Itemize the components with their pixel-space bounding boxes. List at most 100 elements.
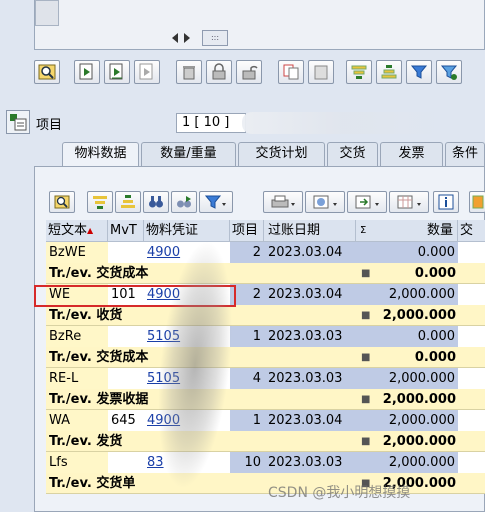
cell-quantity: 2,000.000 bbox=[356, 368, 458, 389]
subtotal-label: Tr./ev. 发票收据 bbox=[49, 392, 149, 407]
cell-delivery bbox=[458, 326, 485, 347]
upper-screen-area bbox=[34, 0, 485, 50]
col-header-short-text[interactable]: 短文本▲ bbox=[46, 220, 108, 242]
unlock-icon bbox=[242, 65, 258, 80]
col-header-item[interactable]: 项目 bbox=[230, 220, 264, 242]
alv-more-button[interactable] bbox=[469, 191, 485, 213]
deselect-all-button[interactable] bbox=[134, 60, 160, 84]
subtotal-value: 0.000 bbox=[414, 266, 456, 281]
tab-delivery-schedule[interactable]: 交货计划 bbox=[238, 142, 325, 166]
subtotal-row: Tr./ev. 交货单 ■ 2,000.000 bbox=[46, 473, 485, 494]
filter-button[interactable] bbox=[406, 60, 432, 84]
alv-sort-descending-button[interactable] bbox=[115, 191, 141, 213]
select-block-button[interactable] bbox=[104, 60, 130, 84]
cell-quantity: 2,000.000 bbox=[356, 284, 458, 305]
tab-invoice[interactable]: 发票 bbox=[380, 142, 443, 166]
print-icon bbox=[271, 195, 295, 208]
subtotal-row: Tr./ev. 发货 ■ 2,000.000 bbox=[46, 431, 485, 452]
trash-icon bbox=[183, 66, 195, 80]
paste-button[interactable] bbox=[308, 60, 334, 84]
copy-icon bbox=[283, 64, 299, 80]
cell-delivery bbox=[458, 410, 485, 431]
subtotal-label: Tr./ev. 交货单 bbox=[49, 476, 136, 491]
col-header-mvt[interactable]: MvT bbox=[108, 220, 144, 242]
horizontal-navigator: ::: bbox=[172, 28, 228, 48]
alv-info-button[interactable] bbox=[433, 191, 459, 213]
table-row[interactable]: WA645490012023.03.042,000.000 bbox=[46, 410, 485, 431]
col-header-delivery[interactable]: 交 bbox=[458, 220, 485, 242]
filter-icon bbox=[410, 65, 428, 79]
subtotal-row: Tr./ev. 交货成本 ■ 0.000 bbox=[46, 263, 485, 284]
sort-descending-icon bbox=[381, 65, 397, 79]
table-row[interactable]: Lfs83102023.03.032,000.000 bbox=[46, 452, 485, 473]
subtotal-value: 2,000.000 bbox=[382, 392, 456, 407]
redacted-area bbox=[242, 112, 442, 134]
delete-button[interactable] bbox=[176, 60, 202, 84]
filter-settings-button[interactable] bbox=[436, 60, 462, 84]
alv-views-button[interactable] bbox=[305, 191, 345, 213]
alv-print-button[interactable] bbox=[263, 191, 303, 213]
cell-delivery bbox=[458, 242, 485, 263]
tab-conditions[interactable]: 条件 bbox=[445, 142, 485, 166]
alv-find-button[interactable] bbox=[143, 191, 169, 213]
table-row[interactable]: BzRe510512023.03.030.000 bbox=[46, 326, 485, 347]
cell-short-text: BzRe bbox=[46, 326, 108, 347]
alv-layout-button[interactable] bbox=[389, 191, 429, 213]
subtotal-label: Tr./ev. 交货成本 bbox=[49, 350, 149, 365]
cell-posting-date: 2023.03.04 bbox=[264, 410, 356, 431]
col-header-posting-date[interactable]: 过账日期 bbox=[264, 220, 356, 242]
subtotal-value: 2,000.000 bbox=[382, 434, 456, 449]
cell-quantity: 2,000.000 bbox=[356, 452, 458, 473]
find-next-icon bbox=[177, 196, 191, 208]
cell-item: 10 bbox=[230, 452, 264, 473]
cell-short-text: BzWE bbox=[46, 242, 108, 263]
alv-find-next-button[interactable] bbox=[171, 191, 197, 213]
filter-settings-icon bbox=[440, 65, 458, 80]
tab-delivery[interactable]: 交货 bbox=[327, 142, 378, 166]
cell-quantity: 2,000.000 bbox=[356, 410, 458, 431]
sort-ascending-button[interactable] bbox=[346, 60, 372, 84]
cell-posting-date: 2023.03.04 bbox=[264, 242, 356, 263]
cell-posting-date: 2023.03.04 bbox=[264, 284, 356, 305]
cell-delivery bbox=[458, 368, 485, 389]
tab-material-data[interactable]: 物料数据 bbox=[62, 142, 139, 166]
cell-item: 4 bbox=[230, 368, 264, 389]
cell-short-text: WA bbox=[46, 410, 108, 431]
table-row[interactable]: RE-L510542023.03.032,000.000 bbox=[46, 368, 485, 389]
col-header-material-doc[interactable]: 物料凭证 bbox=[144, 220, 230, 242]
upper-table-cell[interactable] bbox=[35, 0, 59, 26]
unlock-button[interactable] bbox=[236, 60, 262, 84]
sap-screen: { "navigator": {"grip_label": ":::"}, "i… bbox=[0, 0, 485, 512]
col-header-quantity[interactable]: Σ 数量 bbox=[356, 220, 458, 242]
cell-posting-date: 2023.03.03 bbox=[264, 452, 356, 473]
cell-posting-date: 2023.03.03 bbox=[264, 326, 356, 347]
item-dropdown[interactable]: 1 [ 10 ] bbox=[176, 113, 246, 133]
alv-filter-button[interactable] bbox=[199, 191, 233, 213]
alv-toolbar bbox=[49, 191, 485, 215]
cell-delivery bbox=[458, 452, 485, 473]
copy-button[interactable] bbox=[278, 60, 304, 84]
scroll-right-icon[interactable] bbox=[184, 33, 190, 43]
grid-header-row: 短文本▲ MvT 物料凭证 项目 过账日期 Σ 数量 交 bbox=[46, 220, 485, 242]
sort-descending-button[interactable] bbox=[376, 60, 402, 84]
views-icon bbox=[313, 195, 337, 209]
select-all-button[interactable] bbox=[74, 60, 100, 84]
cell-mvt: 645 bbox=[108, 410, 144, 431]
cell-item: 1 bbox=[230, 410, 264, 431]
cell-mvt bbox=[108, 452, 144, 473]
alv-sort-ascending-button[interactable] bbox=[87, 191, 113, 213]
item-overview-icon bbox=[10, 114, 27, 131]
scroll-grip-handle[interactable]: ::: bbox=[202, 30, 228, 46]
export-icon bbox=[355, 195, 379, 209]
item-overview-button[interactable] bbox=[6, 110, 30, 134]
scroll-left-icon[interactable] bbox=[172, 33, 178, 43]
table-row[interactable]: BzWE 4900 2 2023.03.04 0.000 bbox=[46, 242, 485, 263]
details-button[interactable] bbox=[49, 191, 75, 213]
tab-quantity-weight[interactable]: 数量/重量 bbox=[141, 142, 236, 166]
cell-mvt bbox=[108, 326, 144, 347]
alv-export-button[interactable] bbox=[347, 191, 387, 213]
cell-short-text: Lfs bbox=[46, 452, 108, 473]
item-label: 项目 bbox=[36, 118, 63, 133]
details-magnifier-button[interactable] bbox=[34, 60, 60, 84]
lock-button[interactable] bbox=[206, 60, 232, 84]
